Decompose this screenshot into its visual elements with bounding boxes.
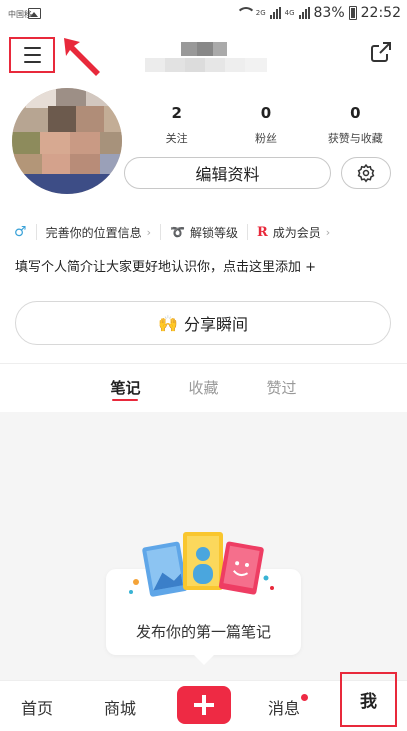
annotation-arrow xyxy=(64,38,100,76)
share-icon[interactable] xyxy=(369,40,393,64)
menu-icon-line xyxy=(23,61,41,63)
status-icons: 2G 4G 83% 22:52 xyxy=(235,5,401,21)
plus-icon xyxy=(194,695,214,715)
gender-tag[interactable]: ♂ xyxy=(14,224,37,240)
top-bar xyxy=(0,30,407,78)
tab-notes[interactable]: 笔记 xyxy=(110,364,140,412)
tab-liked[interactable]: 赞过 xyxy=(267,364,297,412)
edit-profile-button[interactable]: 编辑资料 xyxy=(124,157,331,189)
avatar[interactable] xyxy=(12,88,122,194)
menu-icon-line xyxy=(23,47,41,49)
menu-button[interactable] xyxy=(9,37,55,73)
empty-state-text: 发布你的第一篇笔记 xyxy=(135,623,271,641)
content-tabs: 笔记 收藏 赞过 xyxy=(0,364,407,412)
share-moment-button[interactable]: 🙌 分享瞬间 xyxy=(15,301,391,345)
notes-empty-state: 发布你的第一篇笔记 xyxy=(0,412,407,680)
male-icon: ♂ xyxy=(14,224,27,240)
menu-icon-line xyxy=(23,54,41,56)
vip-label: 成为会员 xyxy=(272,225,321,240)
signal-icon-2 xyxy=(298,7,310,19)
stat-following[interactable]: 2 关注 xyxy=(132,104,221,146)
location-label: 完善你的位置信息 xyxy=(45,225,142,240)
unread-dot xyxy=(301,694,308,701)
chevron-right-icon: › xyxy=(325,225,331,239)
settings-button[interactable] xyxy=(341,157,391,189)
stat-likes-collections[interactable]: 0 获赞与收藏 xyxy=(311,104,400,146)
battery-icon xyxy=(348,6,357,20)
status-bar: 中国移 2G 4G 83% 22:52 xyxy=(0,0,407,30)
stat-value: 0 xyxy=(260,104,272,122)
battery-percent: 83% xyxy=(313,5,345,21)
vip-tag[interactable]: R 成为会员 › xyxy=(257,224,339,240)
vip-icon: R xyxy=(256,224,268,240)
photo-cards-icon xyxy=(129,532,274,597)
stat-label: 关注 xyxy=(165,132,188,145)
nav-mall[interactable]: 商城 xyxy=(104,695,136,719)
stat-label: 获赞与收藏 xyxy=(327,132,383,145)
share-moment-label: 分享瞬间 xyxy=(183,315,248,334)
publish-button[interactable] xyxy=(177,686,231,724)
profile-tags: ♂ 完善你的位置信息 › ➰ 解锁等级 R 成为会员 › xyxy=(14,224,348,240)
nav-messages[interactable]: 消息 xyxy=(268,695,300,719)
stat-label: 粉丝 xyxy=(254,132,277,145)
clock: 22:52 xyxy=(360,5,401,21)
tab-collections[interactable]: 收藏 xyxy=(188,364,218,412)
gear-icon xyxy=(357,163,375,183)
nav-me[interactable]: 我 xyxy=(340,672,397,727)
network-4g-label: 4G xyxy=(284,9,295,17)
location-tag[interactable]: 完善你的位置信息 › xyxy=(46,224,161,240)
bio-prompt[interactable]: 填写个人简介让大家更好地认识你，点击这里添加 + xyxy=(15,256,316,275)
profile-page: 中国移 2G 4G 83% 22:52 2 关注 0 粉丝 0 获赞与收藏 编辑… xyxy=(0,0,407,731)
stat-value: 0 xyxy=(350,104,361,122)
nav-home[interactable]: 首页 xyxy=(21,695,53,719)
stat-followers[interactable]: 0 粉丝 xyxy=(221,104,310,146)
username-blurred xyxy=(145,42,267,72)
signal-icon xyxy=(269,7,281,19)
stat-value: 2 xyxy=(171,104,182,122)
level-tag[interactable]: ➰ 解锁等级 xyxy=(170,224,248,240)
image-notification-icon xyxy=(28,8,41,19)
stats-row: 2 关注 0 粉丝 0 获赞与收藏 xyxy=(132,104,400,146)
chevron-right-icon: › xyxy=(146,225,151,239)
network-2g-label: 2G xyxy=(255,9,266,17)
wifi-icon xyxy=(235,7,256,19)
level-label: 解锁等级 xyxy=(189,225,238,240)
raising-hands-icon: 🙌 xyxy=(158,313,178,333)
medal-icon: ➰ xyxy=(169,225,185,239)
